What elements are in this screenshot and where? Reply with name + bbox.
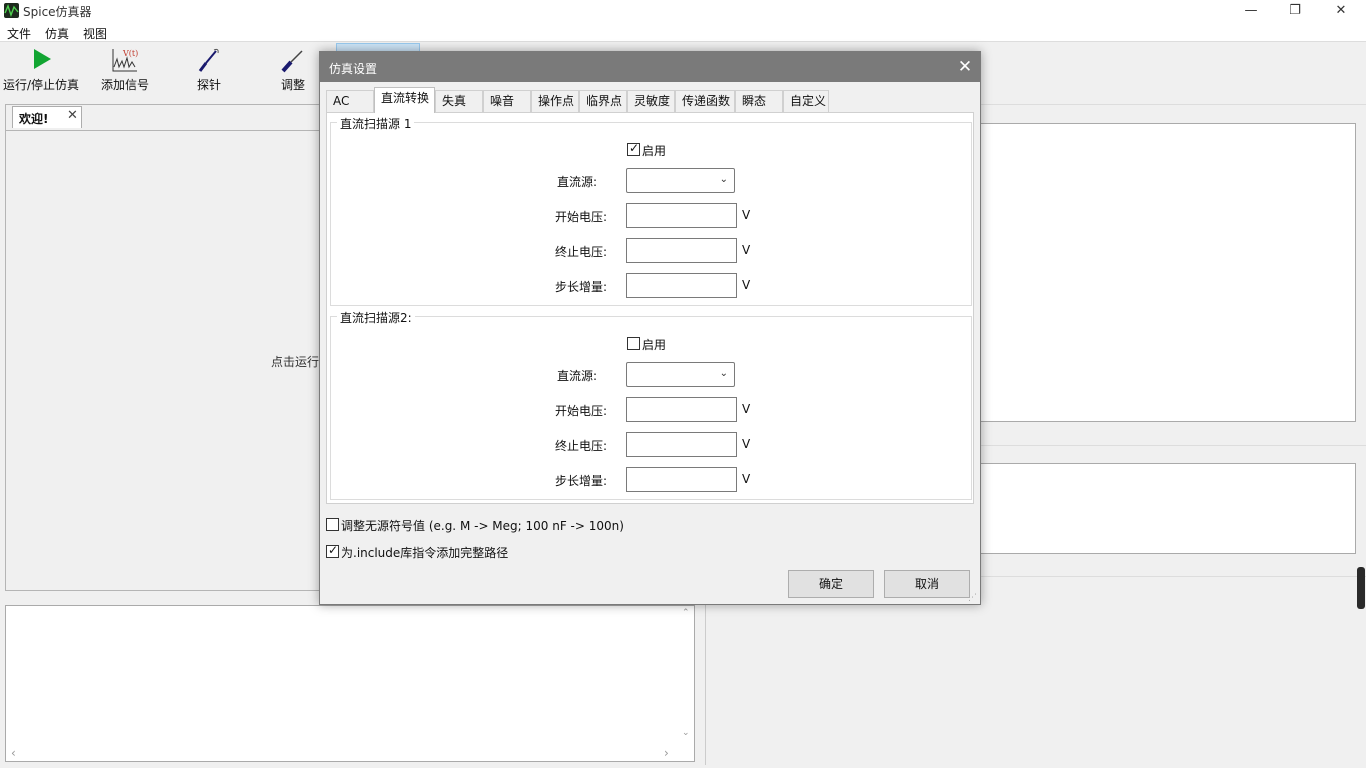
scroll-up-icon[interactable]: ⌃: [682, 608, 690, 618]
source2-step-label: 步长增量:: [554, 474, 607, 488]
source1-dc-source-select[interactable]: ⌄: [626, 168, 735, 193]
dc-sweep-source-1-group: 直流扫描源 1 ✓ 启用 直流源: ⌄ 开始电压: V 终止电压: V 步长增量…: [330, 115, 972, 306]
source1-start-unit: V: [742, 208, 751, 222]
menu-bar: 文件 仿真 视图: [0, 22, 1366, 42]
run-stop-label: 运行/停止仿真: [2, 78, 80, 92]
checkmark-icon: ✓: [629, 141, 640, 155]
tab-custom[interactable]: 自定义: [783, 90, 829, 112]
source2-enable-label: 启用: [642, 338, 667, 352]
add-signal-button[interactable]: V(t) 添加信号: [85, 43, 165, 99]
tab-welcome[interactable]: 欢迎! ✕: [12, 106, 82, 128]
source2-start-voltage-label: 开始电压:: [554, 404, 607, 418]
dialog-title-bar: 仿真设置 ✕: [320, 52, 980, 82]
source1-stop-unit: V: [742, 243, 751, 257]
source2-step-input[interactable]: [626, 467, 737, 492]
run-stop-button[interactable]: 运行/停止仿真: [1, 43, 81, 99]
group-2-title: 直流扫描源2:: [337, 309, 415, 326]
dc-sweep-source-2-group: 直流扫描源2: 启用 直流源: ⌄ 开始电压: V 终止电压: V 步长增量: …: [330, 309, 972, 500]
waveform-panel[interactable]: [980, 123, 1356, 422]
source2-dc-source-select[interactable]: ⌄: [626, 362, 735, 387]
include-full-path-label: 为.include库指令添加完整路径: [341, 546, 509, 560]
probe-label: 探针: [196, 78, 221, 92]
panel-divider: [980, 576, 1366, 577]
tab-noise[interactable]: 噪音: [483, 90, 531, 112]
probe-button[interactable]: 探针: [169, 43, 249, 99]
adjust-passive-symbols-checkbox[interactable]: [326, 518, 339, 531]
add-signal-label: 添加信号: [100, 78, 149, 92]
window-title: Spice仿真器: [23, 5, 92, 19]
resize-grip-icon[interactable]: ⋰: [968, 593, 977, 603]
title-bar: Spice仿真器 — ❐ ✕: [0, 0, 1366, 22]
panel-divider: [980, 104, 1366, 105]
restore-button[interactable]: ❐: [1272, 0, 1318, 22]
group-1-title: 直流扫描源 1: [337, 115, 415, 132]
source1-stop-voltage-label: 终止电压:: [554, 245, 607, 259]
menu-simulate[interactable]: 仿真: [45, 25, 69, 42]
signal-list-panel[interactable]: [980, 463, 1356, 554]
svg-text:V(t): V(t): [122, 49, 138, 58]
source2-stop-unit: V: [742, 437, 751, 451]
waveform-icon: V(t): [112, 49, 138, 72]
chevron-down-icon: ⌄: [719, 368, 728, 379]
source1-step-unit: V: [742, 278, 751, 292]
ok-button[interactable]: 确定: [788, 570, 874, 598]
cancel-button[interactable]: 取消: [884, 570, 970, 598]
menu-view[interactable]: 视图: [83, 25, 107, 42]
tab-welcome-label: 欢迎!: [19, 112, 49, 126]
adjust-passive-symbols-label: 调整无源符号值 (e.g. M -> Meg; 100 nF -> 100n): [341, 519, 624, 533]
scroll-right-icon[interactable]: ›: [664, 746, 669, 760]
scroll-left-icon[interactable]: ‹: [11, 746, 16, 760]
tab-ac[interactable]: AC: [326, 90, 374, 112]
checkmark-icon: ✓: [328, 543, 339, 557]
scroll-down-icon[interactable]: ⌄: [682, 728, 690, 738]
screwdriver-icon: [281, 50, 303, 73]
welcome-hint-text: 点击运行: [271, 355, 320, 369]
source1-enable-checkbox[interactable]: ✓: [627, 141, 640, 156]
tab-distortion[interactable]: 失真: [435, 90, 483, 112]
output-console[interactable]: [5, 605, 695, 762]
close-tab-icon[interactable]: ✕: [67, 108, 78, 123]
tab-dc-sweep[interactable]: 直流转换: [374, 87, 435, 113]
source1-start-voltage-label: 开始电压:: [554, 210, 607, 224]
tab-sensitivity[interactable]: 灵敏度: [627, 90, 675, 112]
include-full-path-checkbox[interactable]: ✓: [326, 543, 339, 558]
right-bottom-panel: [705, 605, 1366, 765]
panel-divider: [980, 445, 1366, 446]
source1-step-input[interactable]: [626, 273, 737, 298]
menu-file[interactable]: 文件: [7, 25, 31, 42]
close-window-button[interactable]: ✕: [1318, 0, 1364, 22]
source1-stop-voltage-input[interactable]: [626, 238, 737, 263]
source1-step-label: 步长增量:: [554, 280, 607, 294]
source1-start-voltage-input[interactable]: [626, 203, 737, 228]
tab-operating-point[interactable]: 操作点: [531, 90, 579, 112]
source2-dc-source-label: 直流源:: [556, 369, 597, 383]
simulation-settings-dialog: 仿真设置 ✕ AC 直流转换 失真 噪音 操作点 临界点 灵敏度 传递函数 瞬态…: [319, 51, 981, 605]
source2-step-unit: V: [742, 472, 751, 486]
horizontal-scrollbar[interactable]: ‹ ›: [6, 745, 678, 761]
app-logo-icon: [4, 3, 19, 18]
source2-stop-voltage-label: 终止电压:: [554, 439, 607, 453]
chevron-down-icon: ⌄: [719, 174, 728, 185]
source2-start-unit: V: [742, 402, 751, 416]
play-icon: [34, 49, 51, 69]
source2-enable-checkbox[interactable]: [627, 337, 640, 350]
minimize-button[interactable]: —: [1228, 0, 1274, 22]
dialog-close-icon[interactable]: ✕: [954, 56, 976, 78]
dialog-title: 仿真设置: [329, 62, 378, 76]
source2-start-voltage-input[interactable]: [626, 397, 737, 422]
source2-stop-voltage-input[interactable]: [626, 432, 737, 457]
source1-enable-label: 启用: [642, 144, 667, 158]
side-grip-handle[interactable]: [1357, 567, 1365, 609]
tab-transfer-function[interactable]: 传递函数: [675, 90, 735, 112]
source1-dc-source-label: 直流源:: [556, 175, 597, 189]
probe-icon: [198, 48, 219, 72]
vertical-scrollbar[interactable]: ⌃ ⌄: [678, 606, 694, 746]
tab-transient[interactable]: 瞬态: [735, 90, 783, 112]
tab-pole-zero[interactable]: 临界点: [579, 90, 627, 112]
